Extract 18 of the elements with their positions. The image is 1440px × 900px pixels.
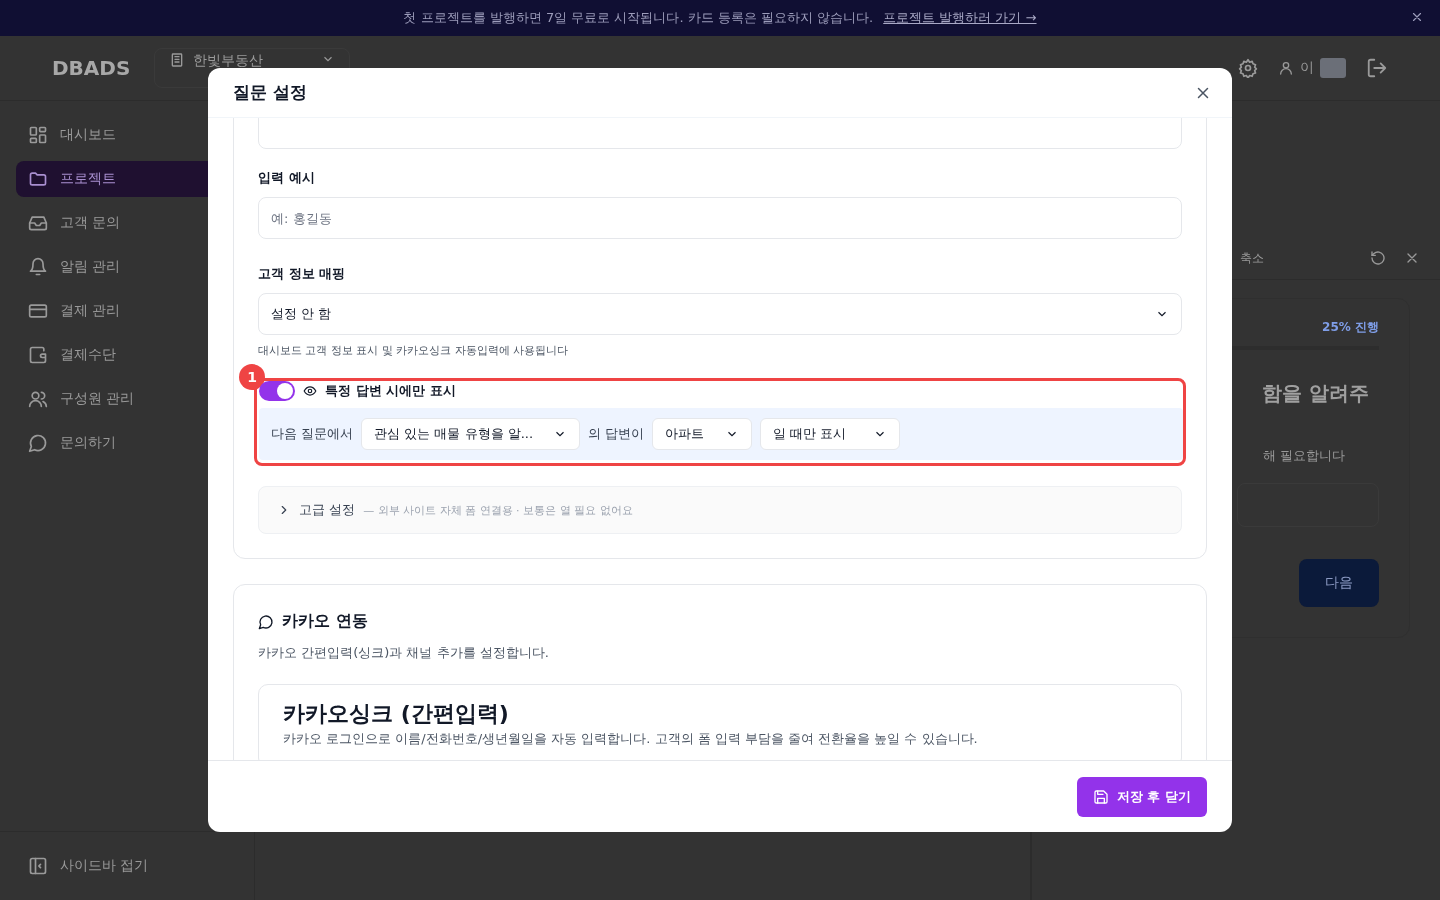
progress-label: 25% 진행 xyxy=(1322,319,1379,336)
field-label: 입력 예시 xyxy=(258,169,316,187)
sync-title: 카카오싱크 (간편입력) xyxy=(283,701,510,728)
condition-text: 다음 질문에서 xyxy=(271,425,354,443)
toggle-label: 특정 답변 시에만 표시 xyxy=(325,382,456,400)
help-text: 대시보드 고객 정보 표시 및 카카오싱크 자동입력에 사용됩니다 xyxy=(258,343,570,358)
field-label: 고객 정보 매핑 xyxy=(258,265,347,283)
section-description: 카카오 간편입력(싱크)과 채널 추가를 설정합니다. xyxy=(258,644,550,662)
question-heading: 함을 알려주 xyxy=(1262,380,1369,407)
section-title: 카카오 연동 xyxy=(282,611,368,632)
logo: DBADS xyxy=(52,56,131,80)
user-name: 이 xyxy=(1300,59,1314,77)
sync-description: 카카오 로그인으로 이름/전화번호/생년월일을 자동 입력합니다. 고객의 폼 입력 부담을 줄여 전환율을 높일 수 있습니다. xyxy=(283,731,979,747)
banner-text: 첫 프로젝트를 발행하면 7일 무료로 시작됩니다. 카드 등록은 필요하지 않습니다. xyxy=(403,9,874,27)
question-subtext: 해 필요합니다 xyxy=(1262,447,1345,465)
dialog-title: 질문 설정 xyxy=(233,81,308,104)
step-badge: 1 xyxy=(239,364,265,390)
condition-text: 의 답변이 xyxy=(588,425,645,443)
